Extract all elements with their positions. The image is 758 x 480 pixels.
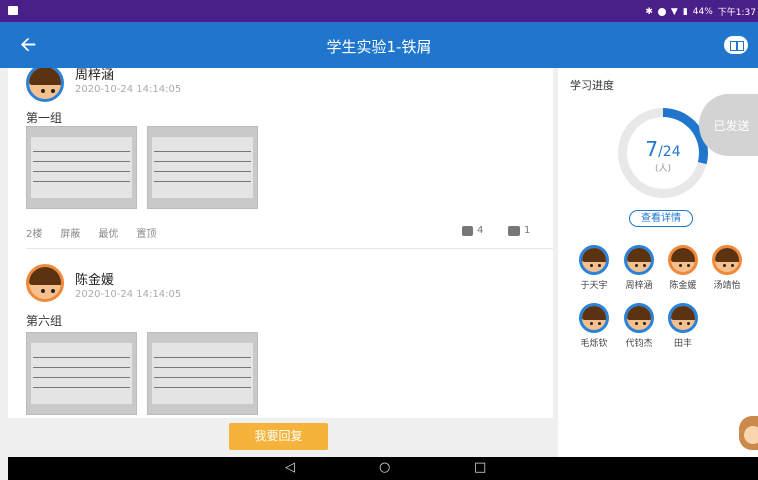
divider [26,248,553,249]
student-name: 毛烁钦 [580,339,608,349]
post-image[interactable] [147,126,258,209]
page-title: 学生实验1-铁屑 [326,38,432,56]
thumbs-up-icon [462,225,473,236]
student-item[interactable]: 代钧杰 [617,303,661,349]
book-icon[interactable] [724,36,748,54]
student-item[interactable]: 陈金媛 [661,245,705,291]
progress-panel: 学习进度 7/24 (人) 已发送 查看详情 于天宇 周梓涵 陈金媛 汤靖怡 毛… [558,68,758,458]
total-count: /24 [658,144,681,160]
post-text: 第六组 [26,314,63,328]
post-image[interactable] [26,126,137,209]
reply-button[interactable]: 我要回复 [229,423,328,450]
post-author: 周梓涵 [75,68,115,83]
signal-icon: ▮ [682,6,688,17]
progress-unit: (人) [654,164,672,174]
post-text: 第一组 [26,111,63,125]
battery-level: 44% [692,6,713,17]
status-icons: ✱ ▼ ▮ 44% 下午1:37 [645,5,756,19]
student-name: 陈金媛 [669,281,697,291]
student-name: 于天宇 [580,281,608,291]
avatar [712,245,742,275]
nav-recent-icon[interactable]: □ [474,460,486,476]
avatar[interactable] [26,68,64,102]
comment-button[interactable]: 1 [508,225,530,236]
nav-back-icon[interactable]: ◁ [285,460,295,476]
post-time: 2020-10-24 14:14:05 [75,289,182,300]
nav-home-icon[interactable]: ○ [379,460,390,476]
notification-icon [8,6,18,15]
progress-count: 7/24 [627,137,699,161]
status-bar: ✱ ▼ ▮ 44% 下午1:37 [0,0,758,22]
student-name: 周梓涵 [625,281,653,291]
sent-badge[interactable]: 已发送 [699,94,758,156]
avatar[interactable] [26,264,64,302]
pin-button[interactable]: 置顶 [136,225,156,240]
mascot-icon[interactable] [739,416,758,450]
discussion-feed[interactable]: 周梓涵 2020-10-24 14:14:05 第一组 2楼 屏蔽 最优 置顶 … [8,68,553,418]
progress-title: 学习进度 [570,79,614,92]
wifi-icon: ▼ [670,6,678,17]
post-actions: 2楼 屏蔽 最优 置顶 [26,225,156,240]
student-name: 田丰 [673,339,692,349]
avatar [668,245,698,275]
dnd-icon [657,7,666,16]
post-image[interactable] [26,332,137,415]
student-item[interactable]: 田丰 [661,303,705,349]
hide-button[interactable]: 屏蔽 [60,225,80,240]
best-button[interactable]: 最优 [98,225,118,240]
student-name: 汤靖怡 [713,281,741,291]
view-details-button[interactable]: 查看详情 [629,210,693,227]
floor-label: 2楼 [26,229,43,240]
avatar [668,303,698,333]
student-item[interactable]: 周梓涵 [617,245,661,291]
comment-icon [508,225,520,236]
post-image[interactable] [147,332,258,415]
avatar [624,245,654,275]
avatar [579,245,609,275]
post-item: 陈金媛 2020-10-24 14:14:05 第六组 [8,264,553,418]
done-count: 7 [645,137,659,161]
student-item[interactable]: 汤靖怡 [705,245,749,291]
student-name: 代钧杰 [625,339,653,349]
comment-count: 1 [524,225,531,236]
post-time: 2020-10-24 14:14:05 [75,84,182,95]
like-count: 4 [477,225,484,236]
avatar [624,303,654,333]
clock: 下午1:37 [717,8,756,18]
system-nav-bar: ◁ ○ □ [8,457,758,480]
app-bar: 🡨 学生实验1-铁屑 [0,22,758,68]
avatar [579,303,609,333]
like-button[interactable]: 4 [462,225,483,236]
student-item[interactable]: 于天宇 [572,245,616,291]
student-item[interactable]: 毛烁钦 [572,303,616,349]
post-author: 陈金媛 [75,273,115,288]
post-item: 周梓涵 2020-10-24 14:14:05 第一组 2楼 屏蔽 最优 置顶 … [8,68,553,246]
bluetooth-icon: ✱ [645,6,653,17]
progress-ring: 7/24 (人) [618,108,708,198]
